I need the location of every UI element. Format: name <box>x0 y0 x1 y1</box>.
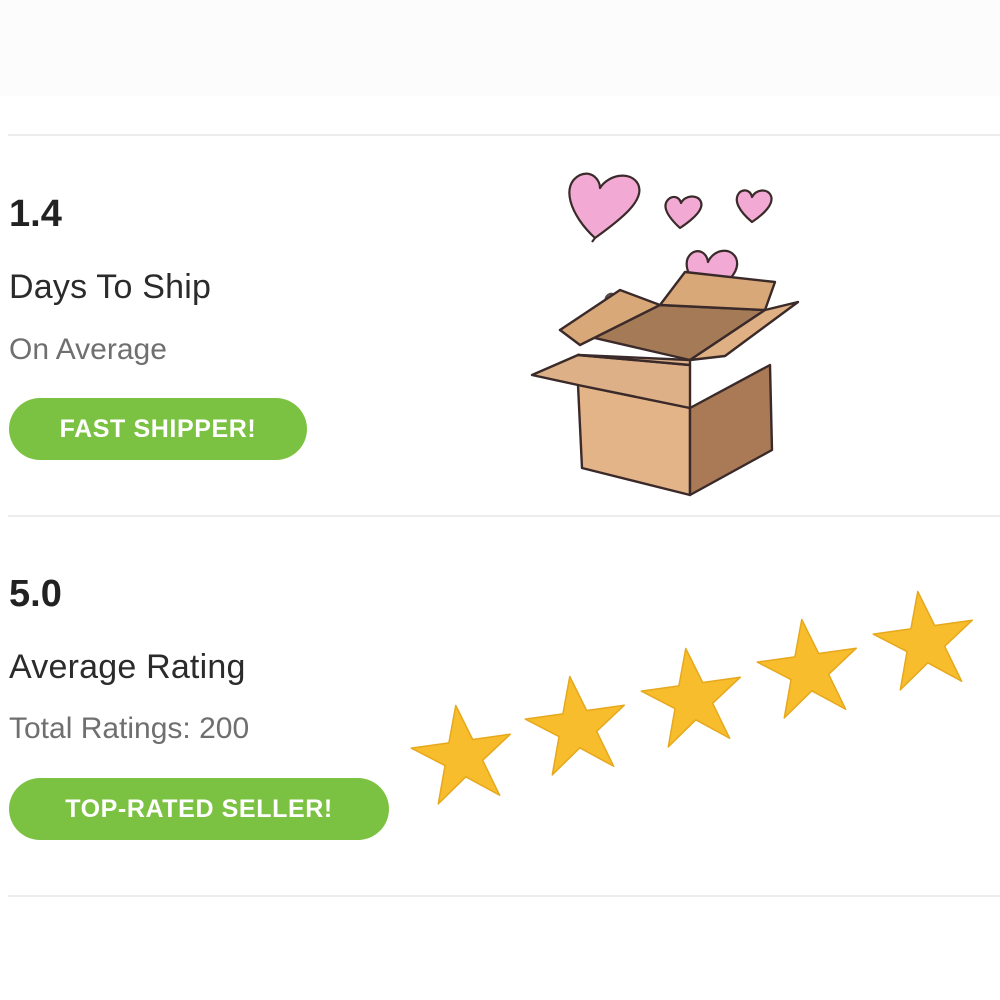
star-icon <box>751 611 866 722</box>
heart-icon <box>664 195 703 230</box>
box-with-hearts-icon <box>530 172 800 497</box>
heart-icon <box>735 189 773 224</box>
average-rating-value: 5.0 <box>9 573 62 615</box>
top-rated-seller-badge: TOP-RATED SELLER! <box>9 778 389 840</box>
divider-top <box>8 134 1000 136</box>
fast-shipper-badge: FAST SHIPPER! <box>9 398 307 460</box>
divider-middle <box>8 515 1000 517</box>
top-blank-area <box>0 0 1000 96</box>
days-to-ship-value: 1.4 <box>9 193 62 235</box>
days-to-ship-sublabel: On Average <box>9 333 167 366</box>
star-icon <box>635 640 750 751</box>
total-ratings-sublabel: Total Ratings: 200 <box>9 712 250 745</box>
star-icon <box>519 668 634 779</box>
star-icon <box>867 585 982 694</box>
five-star-rating-icon <box>405 585 982 808</box>
star-icon <box>405 697 520 808</box>
heart-icon <box>568 172 641 240</box>
days-to-ship-label: Days To Ship <box>9 268 212 306</box>
average-rating-label: Average Rating <box>9 648 246 686</box>
divider-bottom <box>8 895 1000 897</box>
